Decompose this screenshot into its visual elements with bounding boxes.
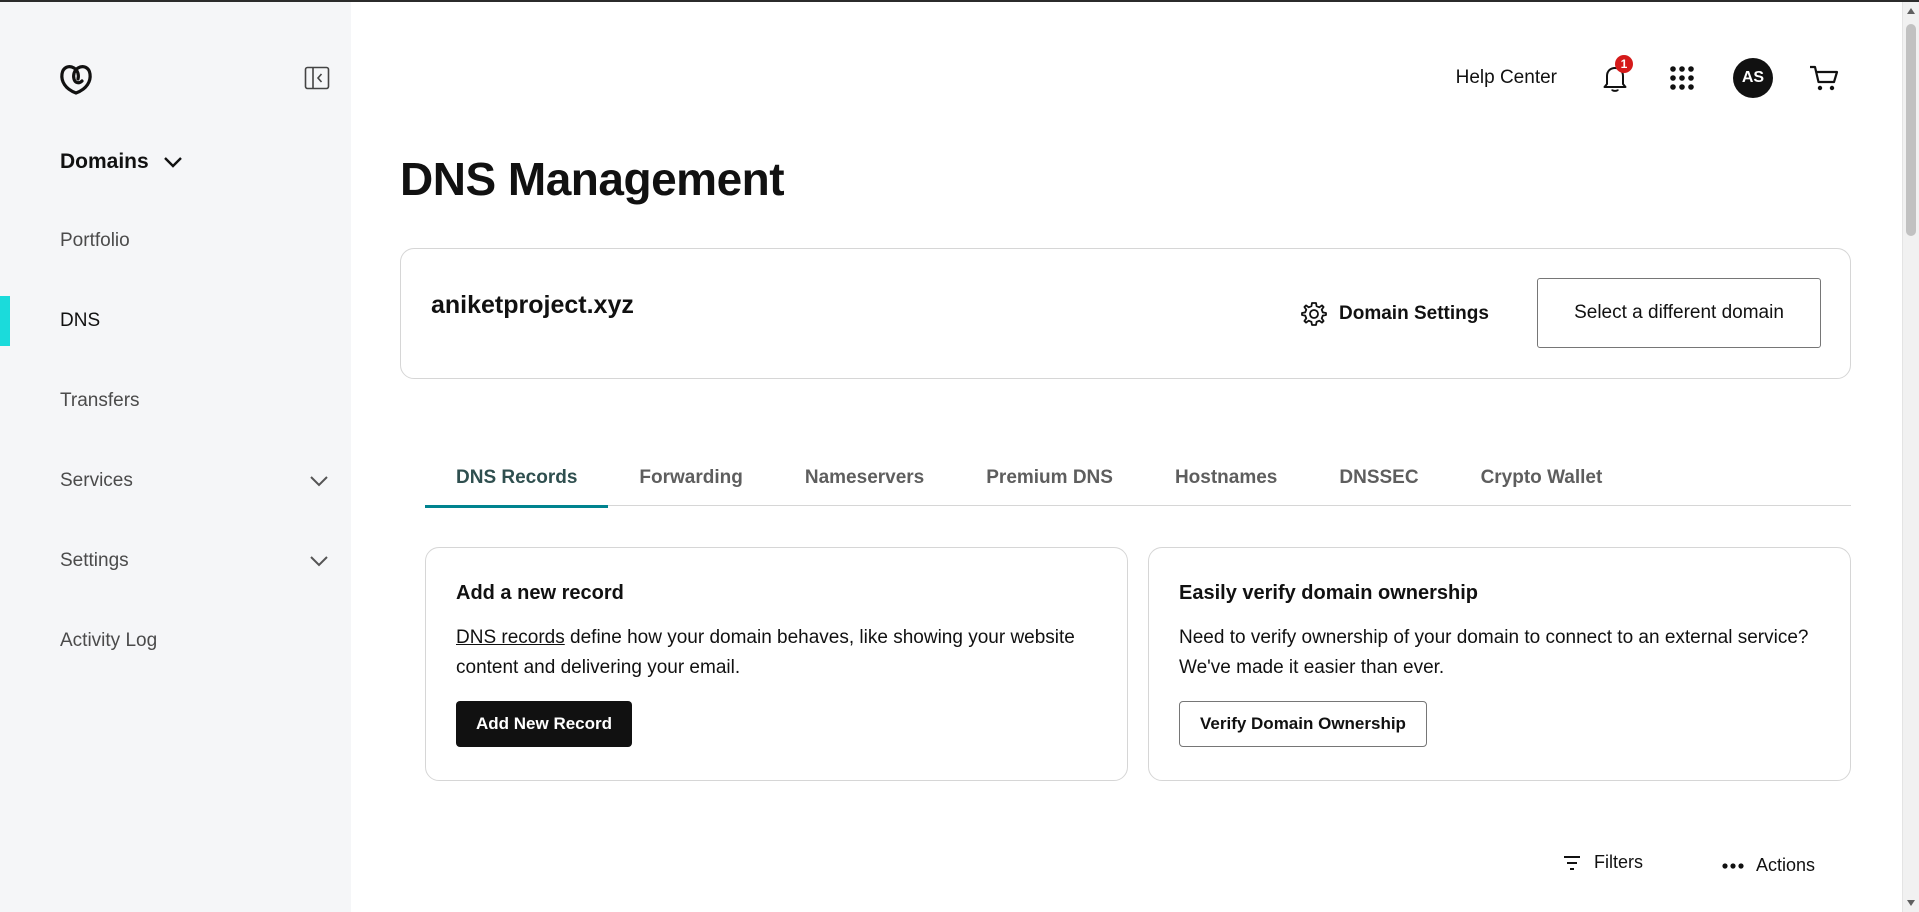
domain-card: aniketproject.xyz Domain Settings Select… [400,248,1851,379]
help-center-link[interactable]: Help Center [1456,67,1557,89]
scrollbar-thumb[interactable] [1906,24,1916,236]
sidebar-item-label: Services [60,470,133,491]
domain-settings-label: Domain Settings [1339,303,1489,324]
sidebar-item-dns[interactable]: DNS [0,295,351,347]
verify-ownership-description: Need to verify ownership of your domain … [1179,627,1809,678]
sidebar-item-transfers[interactable]: Transfers [0,375,351,427]
domains-menu-label: Domains [60,150,149,173]
actions-button[interactable]: Actions [1722,855,1815,876]
domain-settings-button[interactable]: Domain Settings [1301,299,1489,329]
filters-button[interactable]: Filters [1562,852,1643,873]
filter-icon [1564,855,1580,870]
add-record-card: Add a new record DNS records define how … [425,547,1128,781]
add-record-title: Add a new record [456,582,624,604]
verify-ownership-title: Easily verify domain ownership [1179,582,1478,604]
sidebar-item-services[interactable]: Services [0,455,351,507]
dns-tabs: DNS Records Forwarding Nameservers Premi… [425,458,1851,508]
verify-domain-ownership-button[interactable]: Verify Domain Ownership [1179,701,1427,747]
more-horizontal-icon [1722,862,1744,869]
collapse-sidebar-icon[interactable] [304,66,330,90]
add-record-description: DNS records define how your domain behav… [456,623,1097,683]
select-different-domain-button[interactable]: Select a different domain [1537,278,1821,348]
sidebar-item-label: Settings [60,550,129,571]
page-title: DNS Management [400,153,785,205]
page-scrollbar[interactable] [1902,2,1919,912]
add-new-record-button[interactable]: Add New Record [456,701,633,747]
verify-ownership-card: Easily verify domain ownership Need to v… [1148,547,1851,781]
cart-icon[interactable] [1809,64,1839,92]
notifications-button[interactable]: 1 [1601,55,1633,93]
top-header: Help Center 1 AS [1456,55,1839,98]
sidebar: Domains Portfolio DNS Transfers Services… [0,2,351,912]
tab-hostnames[interactable]: Hostnames [1144,458,1308,506]
dns-records-link[interactable]: DNS records [456,627,565,648]
chevron-down-icon [310,556,328,567]
sidebar-item-settings[interactable]: Settings [0,535,351,587]
sidebar-item-activity-log[interactable]: Activity Log [0,615,351,667]
sidebar-item-label: Transfers [60,390,140,411]
godaddy-logo-icon[interactable] [58,62,94,96]
domains-menu[interactable]: Domains [60,148,183,176]
actions-label: Actions [1756,855,1816,875]
tab-premium-dns[interactable]: Premium DNS [955,458,1144,506]
sidebar-item-portfolio[interactable]: Portfolio [0,215,351,267]
apps-grid-icon[interactable] [1669,65,1695,91]
gear-icon [1301,302,1327,326]
tab-crypto-wallet[interactable]: Crypto Wallet [1450,458,1634,506]
notification-badge: 1 [1615,55,1633,73]
chevron-down-icon [310,476,328,487]
tab-forwarding[interactable]: Forwarding [608,458,773,506]
sidebar-item-label: Activity Log [60,630,158,651]
avatar[interactable]: AS [1733,58,1773,98]
filters-label: Filters [1594,852,1643,872]
tab-dns-records[interactable]: DNS Records [425,458,609,508]
tab-dnssec[interactable]: DNSSEC [1308,458,1449,506]
sidebar-item-label: Portfolio [60,230,130,251]
scroll-up-arrow-icon[interactable] [1906,6,1916,16]
scroll-down-arrow-icon[interactable] [1906,898,1916,908]
chevron-down-icon [163,157,182,168]
sidebar-item-label: DNS [60,310,101,331]
domain-name: aniketproject.xyz [431,291,634,319]
tab-nameservers[interactable]: Nameservers [774,458,955,506]
